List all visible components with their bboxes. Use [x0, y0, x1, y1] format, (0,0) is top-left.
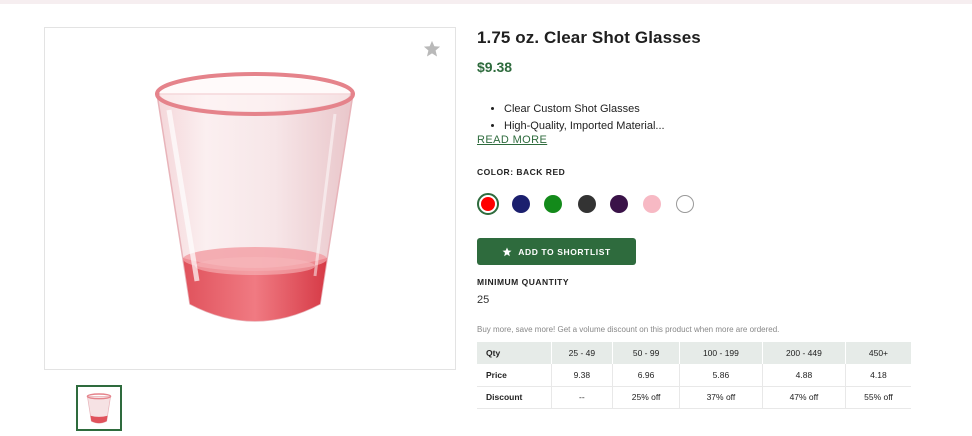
table-row: Price 9.38 6.96 5.86 4.88 4.18	[477, 364, 911, 387]
swatch-red[interactable]	[477, 193, 499, 215]
feature-item: Clear Custom Shot Glasses	[504, 101, 665, 118]
shortlist-label: ADD TO SHORTLIST	[518, 246, 611, 257]
thumbnail-glass-image	[86, 393, 112, 424]
star-icon	[502, 247, 512, 256]
swatch-navy[interactable]	[512, 195, 530, 213]
table-row: Discount -- 25% off 37% off 47% off 55% …	[477, 386, 911, 409]
volume-discount-note: Buy more, save more! Get a volume discou…	[477, 325, 780, 334]
feature-list: Clear Custom Shot Glasses High-Quality, …	[493, 101, 665, 135]
column-header: 100 - 199	[678, 342, 763, 364]
swatch-charcoal[interactable]	[578, 195, 596, 213]
table-cell: 25% off	[612, 386, 680, 409]
table-cell: 4.88	[761, 364, 846, 387]
table-cell: 6.96	[612, 364, 680, 387]
swatch-pink[interactable]	[643, 195, 661, 213]
minimum-quantity-label: MINIMUM QUANTITY	[477, 277, 570, 287]
thumbnail-selected[interactable]	[76, 385, 122, 431]
table-cell: 47% off	[761, 386, 846, 409]
feature-item: High-Quality, Imported Material...	[504, 118, 665, 135]
color-label: COLOR: BACK RED	[477, 167, 566, 177]
table-cell: 9.38	[550, 364, 613, 387]
column-header: 50 - 99	[612, 342, 680, 364]
add-to-shortlist-button[interactable]: ADD TO SHORTLIST	[477, 238, 636, 265]
minimum-quantity-value: 25	[477, 294, 490, 306]
column-header: 450+	[844, 342, 911, 364]
table-cell: --	[550, 386, 613, 409]
row-label: Price	[477, 364, 551, 387]
swatch-purple[interactable]	[610, 195, 628, 213]
column-header: 200 - 449	[761, 342, 846, 364]
volume-pricing-table: Qty 25 - 49 50 - 99 100 - 199 200 - 449 …	[477, 342, 911, 409]
shot-glass-image	[155, 72, 355, 322]
product-title: 1.75 oz. Clear Shot Glasses	[477, 28, 701, 47]
column-header: 25 - 49	[550, 342, 613, 364]
table-cell: 37% off	[678, 386, 763, 409]
table-cell: 5.86	[678, 364, 763, 387]
top-accent-line	[0, 0, 972, 4]
swatch-white[interactable]	[676, 195, 694, 213]
column-header: Qty	[477, 342, 551, 364]
table-cell: 55% off	[844, 386, 911, 409]
product-image-panel	[44, 27, 456, 370]
product-price: $9.38	[477, 59, 513, 75]
read-more-link[interactable]: READ MORE	[477, 134, 547, 146]
row-label: Discount	[477, 386, 551, 409]
table-cell: 4.18	[844, 364, 911, 387]
table-header-row: Qty 25 - 49 50 - 99 100 - 199 200 - 449 …	[477, 342, 911, 364]
favorite-star-icon[interactable]	[423, 40, 441, 58]
swatch-green[interactable]	[544, 195, 562, 213]
